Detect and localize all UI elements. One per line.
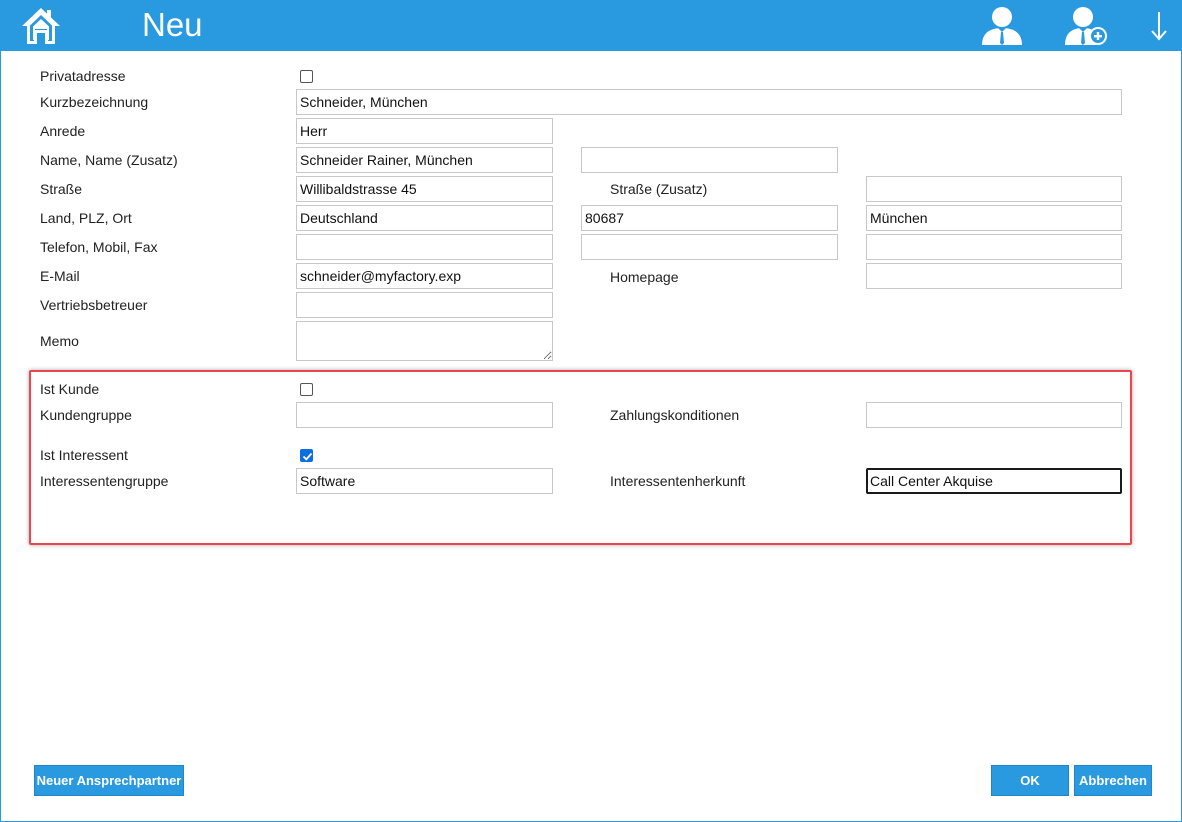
vertriebsbetreuer-label: Vertriebsbetreuer [40, 297, 148, 313]
memo-label: Memo [40, 333, 79, 349]
homepage-input[interactable] [866, 263, 1122, 289]
name-label: Name, Name (Zusatz) [40, 152, 178, 168]
strasse-zusatz-input[interactable] [866, 176, 1122, 202]
anrede-input[interactable] [296, 118, 553, 144]
ok-button[interactable]: OK [991, 765, 1069, 796]
telefon-label: Telefon, Mobil, Fax [40, 239, 158, 255]
ist-interessent-checkbox[interactable] [300, 449, 313, 462]
email-input[interactable] [296, 263, 553, 289]
contact-button[interactable] [980, 5, 1024, 50]
home-icon [22, 8, 60, 44]
interessentenherkunft-input[interactable] [866, 468, 1122, 494]
fax-input[interactable] [866, 234, 1122, 260]
country-input[interactable] [296, 205, 553, 231]
new-contact-button[interactable]: Neuer Ansprechpartner [34, 765, 184, 796]
interessentenherkunft-label: Interessentenherkunft [610, 473, 746, 489]
page-title: Neu [142, 6, 203, 43]
header-bar: Neu [0, 0, 1182, 51]
vertriebsbetreuer-input[interactable] [296, 292, 553, 318]
kundengruppe-input[interactable] [296, 402, 553, 428]
ist-kunde-label: Ist Kunde [40, 381, 100, 397]
memo-textarea[interactable] [296, 321, 553, 361]
name-input[interactable] [296, 147, 553, 173]
kurzbezeichnung-input[interactable] [296, 89, 1122, 115]
privatadresse-label: Privatadresse [40, 68, 126, 84]
user-icon [982, 7, 1022, 45]
cancel-button[interactable]: Abbrechen [1074, 765, 1152, 796]
checkmark-icon [302, 452, 313, 461]
mobile-input[interactable] [581, 234, 838, 260]
strasse-zusatz-label: Straße (Zusatz) [610, 181, 708, 197]
name-zusatz-input[interactable] [581, 147, 838, 173]
ist-interessent-label: Ist Interessent [40, 447, 128, 463]
strasse-input[interactable] [296, 176, 553, 202]
anrede-label: Anrede [40, 123, 86, 139]
phone-input[interactable] [296, 234, 553, 260]
arrow-down-icon [1151, 12, 1167, 41]
add-contact-button[interactable] [1065, 5, 1109, 50]
land-label: Land, PLZ, Ort [40, 210, 132, 226]
zahlungskonditionen-input[interactable] [866, 402, 1122, 428]
zip-input[interactable] [581, 205, 838, 231]
interessentengruppe-input[interactable] [296, 468, 553, 494]
privatadresse-checkbox[interactable] [300, 70, 313, 83]
scroll-down-button[interactable] [1150, 10, 1168, 47]
interessentengruppe-label: Interessentengruppe [40, 473, 169, 489]
ist-kunde-checkbox[interactable] [300, 383, 313, 396]
city-input[interactable] [866, 205, 1122, 231]
user-add-icon [1065, 7, 1107, 45]
email-label: E-Mail [40, 268, 80, 284]
highlight-box [29, 370, 1132, 545]
home-button[interactable] [20, 6, 62, 46]
kundengruppe-label: Kundengruppe [40, 407, 132, 423]
kurzbezeichnung-label: Kurzbezeichnung [40, 94, 149, 110]
strasse-label: Straße [40, 181, 83, 197]
zahlungskonditionen-label: Zahlungskonditionen [610, 407, 740, 423]
homepage-label: Homepage [610, 269, 679, 285]
